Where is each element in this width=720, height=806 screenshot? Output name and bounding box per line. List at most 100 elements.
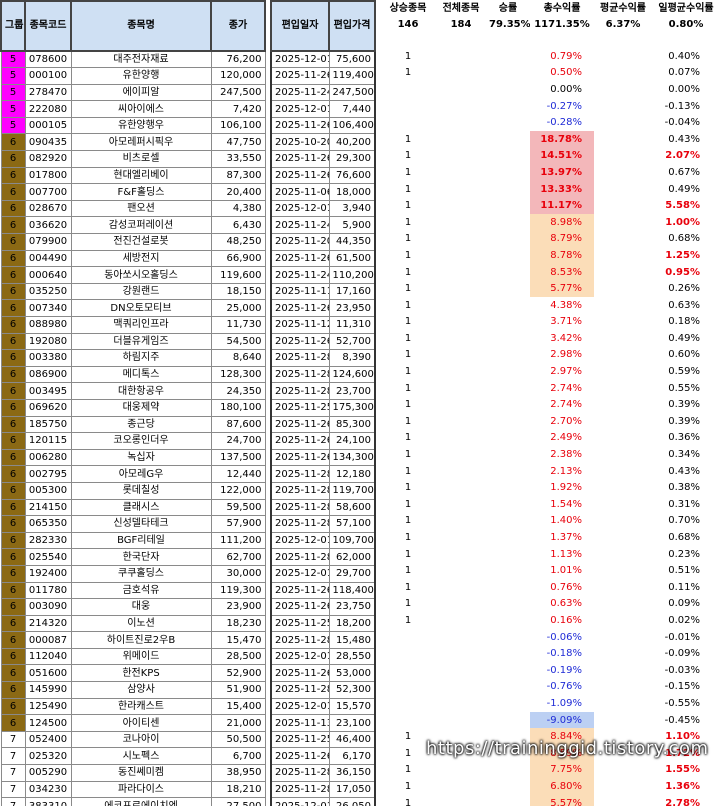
avgret-cell: [594, 612, 652, 629]
day-avg-cell: -0.45%: [664, 714, 700, 726]
return-cell: 8.53%: [530, 263, 594, 281]
stats-table: 상승종목 전체종목 승률 총수익률 평균수익률 일평균수익률 146 184 7…: [380, 0, 720, 806]
name-cell: 유한양행우: [70, 116, 212, 135]
stats-row: 1 0.76% 0.11%: [380, 579, 720, 596]
name-cell: 대한항공우: [70, 382, 212, 400]
header-winrate: 승률: [498, 2, 518, 14]
price-cell: 247,500: [210, 83, 266, 102]
return-cell: 8.79%: [530, 230, 594, 248]
return-cell: 11.17%: [530, 197, 594, 214]
stats-row: 0.00% 0.00%: [380, 81, 720, 98]
price-cell: 48,250: [210, 233, 266, 251]
rise-cell: 1: [404, 67, 412, 79]
day-avg-cell: 0.43%: [668, 465, 700, 477]
name-cell: 아모레G우: [70, 465, 212, 483]
price-cell: 15,470: [210, 631, 266, 649]
group-cell: 6: [0, 415, 26, 434]
header-code: 종목코드: [24, 0, 72, 52]
entry-cell: 15,570: [328, 697, 376, 716]
date-cell: 2025-12-01: [270, 100, 330, 118]
total-cell: [436, 314, 486, 331]
price-cell: 76,200: [210, 50, 266, 69]
entry-cell: 23,750: [328, 598, 376, 616]
code-cell: 036620: [24, 216, 72, 235]
day-avg-cell: 0.43%: [668, 133, 700, 145]
code-cell: 079900: [24, 233, 72, 251]
entry-cell: 62,000: [328, 548, 376, 566]
table-row: 6 007340 DN오토모티브 25,000 2025-11-26 23,950: [0, 299, 376, 317]
summary-avgret: 6.37%: [605, 18, 641, 30]
price-cell: 18,150: [210, 282, 266, 301]
avgret-cell: [594, 513, 652, 530]
header-date: 편입일자: [270, 0, 330, 52]
return-cell: 1.37%: [550, 532, 582, 544]
return-cell: 2.98%: [550, 349, 582, 361]
price-cell: 51,900: [210, 681, 266, 699]
winrate-cell: [486, 579, 530, 596]
day-avg-cell: 0.39%: [668, 415, 700, 427]
table-row: 6 025540 한국단자 62,700 2025-11-28 62,000: [0, 548, 376, 566]
return-cell: 2.49%: [550, 432, 582, 444]
table-row: 7 005290 동진쎄미켐 38,950 2025-11-28 36,150: [0, 764, 376, 782]
day-avg-cell: 0.09%: [668, 598, 700, 610]
code-cell: 214150: [24, 498, 72, 517]
price-cell: 47,750: [210, 133, 266, 152]
header-dayavg: 일평균수익률: [658, 2, 714, 14]
code-cell: 192080: [24, 332, 72, 351]
code-cell: 222080: [24, 100, 72, 118]
total-cell: [436, 712, 486, 729]
total-cell: [436, 98, 486, 115]
price-cell: 87,300: [210, 166, 266, 185]
date-cell: 2025-12-01: [270, 564, 330, 583]
price-cell: 21,000: [210, 714, 266, 732]
stats-row: -0.28% -0.04%: [380, 114, 720, 131]
stats-row: 1 2.38% 0.34%: [380, 446, 720, 463]
winrate-cell: [486, 231, 530, 248]
price-cell: 7,420: [210, 100, 266, 118]
table-row: 6 017800 현대엘리베이 87,300 2025-11-26 76,600: [0, 166, 376, 185]
return-cell: 2.13%: [550, 465, 582, 477]
date-cell: 2025-11-25: [270, 398, 330, 417]
day-avg-cell: 0.40%: [668, 50, 700, 62]
date-cell: 2025-11-20: [270, 233, 330, 251]
date-cell: 2025-11-28: [270, 365, 330, 384]
return-cell: 7.75%: [530, 761, 594, 779]
day-avg-cell: 2.07%: [665, 150, 700, 162]
table-row: 6 006280 녹십자 137,500 2025-11-26 134,300: [0, 448, 376, 467]
name-cell: 전진건설로봇: [70, 233, 212, 251]
winrate-cell: [486, 513, 530, 530]
stats-row: 1 0.63% 0.09%: [380, 596, 720, 613]
date-cell: 2025-11-28: [270, 681, 330, 699]
code-cell: 185750: [24, 415, 72, 434]
table-row: 7 034230 파라다이스 18,210 2025-11-28 17,050: [0, 780, 376, 799]
code-cell: 000640: [24, 266, 72, 284]
date-cell: 2025-11-13: [270, 714, 330, 732]
total-cell: [436, 679, 486, 696]
code-cell: 011780: [24, 581, 72, 600]
header-total: 전체종목: [442, 2, 480, 14]
name-cell: 동진쎄미켐: [70, 764, 212, 782]
total-cell: [436, 762, 486, 779]
price-cell: 111,200: [210, 531, 266, 550]
rise-cell: 1: [404, 349, 412, 361]
entry-cell: 18,200: [328, 614, 376, 633]
header-entry: 편입가격: [328, 0, 376, 52]
entry-cell: 44,350: [328, 233, 376, 251]
summary-dayavg: 0.80%: [668, 18, 704, 30]
return-cell: -0.28%: [546, 117, 582, 129]
winrate-cell: [486, 131, 530, 148]
group-cell: 6: [0, 233, 26, 251]
table-row: 6 282330 BGF리테일 111,200 2025-12-01 109,700: [0, 531, 376, 550]
date-cell: 2025-11-12: [270, 316, 330, 334]
return-cell: -0.06%: [546, 631, 582, 643]
table-row: 6 000087 하이트진로2우B 15,470 2025-11-28 15,480: [0, 631, 376, 649]
return-cell: 2.74%: [550, 382, 582, 394]
winrate-cell: [486, 546, 530, 563]
name-cell: BGF리테일: [70, 531, 212, 550]
day-avg-cell: 0.51%: [668, 565, 700, 577]
group-cell: 6: [0, 432, 26, 450]
avgret-cell: [594, 562, 652, 579]
avgret-cell: [594, 396, 652, 413]
code-cell: 005290: [24, 764, 72, 782]
table-row: 6 069620 대웅제약 180,100 2025-11-25 175,300: [0, 398, 376, 417]
